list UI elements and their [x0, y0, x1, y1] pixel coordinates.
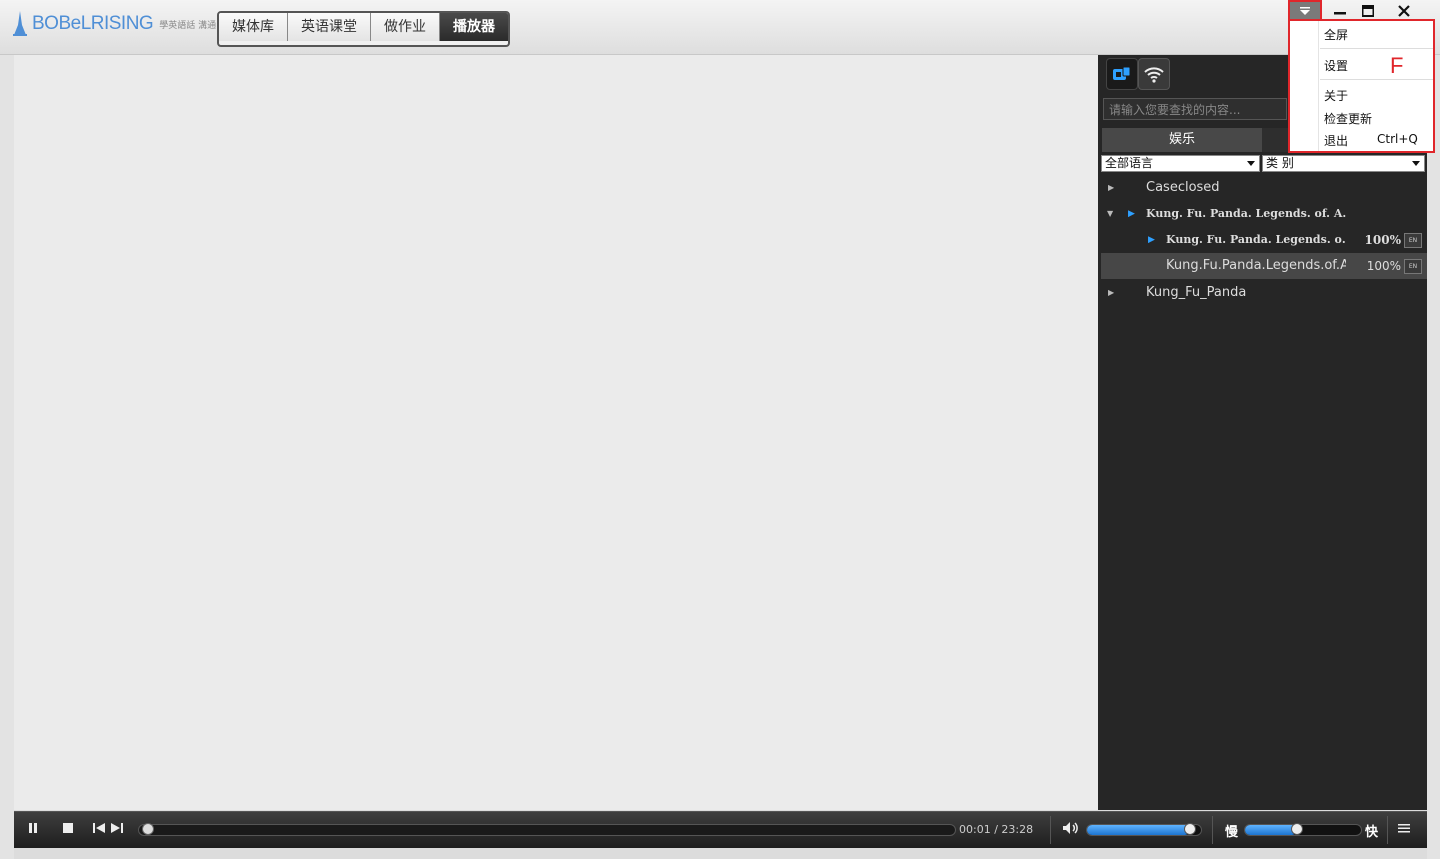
speed-handle[interactable] [1291, 823, 1304, 835]
next-button[interactable] [110, 822, 124, 837]
tree-item-label: Caseclosed [1146, 180, 1220, 195]
list-icon [1398, 824, 1410, 833]
previous-icon [93, 823, 105, 833]
play-indicator-icon: ▶ [1148, 235, 1155, 245]
progress-percent: 100% [1364, 233, 1401, 247]
stop-icon [63, 823, 73, 833]
playlist-toggle-button[interactable] [1398, 822, 1410, 837]
right-border [1427, 55, 1440, 859]
tab-player[interactable]: 播放器 [440, 13, 508, 41]
menu-item-exit-label: 退出 [1324, 134, 1349, 148]
title-bar: BOBeLRISING 學英語話 溝通! 媒体库 英语课堂 做作业 播放器 [0, 0, 1440, 55]
volume-icon [1063, 822, 1078, 834]
speed-level [1245, 825, 1298, 835]
progress-percent: 100% [1366, 259, 1401, 273]
search-input[interactable]: 请输入您要查找的内容... [1103, 98, 1287, 120]
close-button[interactable] [1390, 2, 1418, 19]
tree-item-label: Kung_Fu_Panda [1146, 285, 1247, 300]
tree-item[interactable]: ▶ Caseclosed [1098, 175, 1427, 201]
online-tab[interactable] [1138, 58, 1170, 90]
slow-label: 慢 [1225, 825, 1239, 840]
menu-divider [1320, 48, 1433, 49]
menu-item-check-update[interactable]: 检查更新 [1324, 110, 1372, 127]
menu-item-exit[interactable]: 退出 Ctrl+Q [1324, 132, 1418, 149]
volume-handle[interactable] [1183, 823, 1196, 835]
speed-slider[interactable] [1244, 823, 1362, 836]
fast-label: 快 [1365, 825, 1379, 840]
main-nav-tabs: 媒体库 英语课堂 做作业 播放器 [217, 11, 510, 47]
video-area[interactable] [14, 55, 1098, 810]
tree-item[interactable]: ▼ ▶ Kung. Fu. Panda. Legends. of. A… [1098, 201, 1427, 227]
player-controls: 00:01 / 23:28 慢 快 [14, 811, 1427, 848]
total-time: 23:28 [1001, 823, 1034, 836]
volume-slider[interactable] [1086, 823, 1202, 836]
current-time: 00:01 [959, 823, 991, 836]
left-border [0, 55, 14, 859]
pause-icon [29, 823, 37, 833]
menu-item-about[interactable]: 关于 [1324, 87, 1348, 104]
seek-bar[interactable] [138, 823, 956, 836]
menu-item-fullscreen[interactable]: 全屏 [1324, 26, 1348, 43]
time-separator: / [994, 823, 998, 836]
divider [1212, 816, 1213, 844]
tab-english-class[interactable]: 英语课堂 [288, 13, 371, 41]
tree-item[interactable]: ▶ Kung. Fu. Panda. Legends. o… 100% EN [1098, 227, 1427, 253]
volume-level [1087, 825, 1190, 835]
menu-gutter [1318, 21, 1319, 151]
minimize-icon [1334, 11, 1346, 14]
language-select[interactable]: 全部语言 [1101, 155, 1260, 172]
tree-item-label: Kung. Fu. Panda. Legends. of. A… [1146, 207, 1346, 220]
tree-item-label: Kung.Fu.Panda.Legends.of.A... [1166, 258, 1346, 273]
language-select-value: 全部语言 [1105, 156, 1154, 170]
playlist-panel: 请输入您要查找的内容... 娱乐 全部语言 类 别 ▶ Caseclosed ▼… [1098, 55, 1427, 810]
divider [1387, 816, 1388, 844]
wifi-icon [1144, 67, 1164, 83]
tab-entertainment[interactable]: 娱乐 [1102, 128, 1262, 152]
time-display: 00:01 / 23:28 [959, 823, 1033, 836]
tree-item[interactable]: ▶ Kung_Fu_Panda [1098, 280, 1427, 306]
tree-item-selected[interactable]: Kung.Fu.Panda.Legends.of.A... 100% EN [1101, 253, 1427, 279]
minimize-button[interactable] [1326, 2, 1354, 19]
category-select-value: 类 别 [1266, 156, 1294, 170]
menu-arrow-icon [1300, 6, 1310, 15]
category-select[interactable]: 类 别 [1262, 155, 1425, 172]
seek-handle[interactable] [141, 823, 154, 835]
maximize-button[interactable] [1354, 2, 1382, 19]
chevron-down-icon [1412, 161, 1420, 166]
next-icon [111, 823, 123, 833]
tab-media-library[interactable]: 媒体库 [219, 13, 288, 41]
tower-logo-icon [13, 11, 27, 36]
divider [1050, 816, 1051, 844]
stop-button[interactable] [62, 822, 74, 837]
tree-item-label: Kung. Fu. Panda. Legends. o… [1166, 233, 1346, 246]
logo-subtitle: 學英語話 溝通! [159, 20, 220, 31]
expand-arrow-icon[interactable]: ▶ [1108, 175, 1114, 201]
expand-arrow-icon[interactable]: ▶ [1108, 280, 1114, 306]
collapse-arrow-icon[interactable]: ▼ [1107, 201, 1113, 227]
menu-dropdown-button[interactable] [1288, 0, 1322, 21]
language-badge: EN [1404, 259, 1422, 274]
menu-item-settings[interactable]: 设置 [1324, 57, 1348, 74]
app-menu: 全屏 设置 F 关于 检查更新 退出 Ctrl+Q [1288, 19, 1435, 153]
local-files-icon [1113, 66, 1131, 80]
logo-text: BOBeLRISING [32, 13, 154, 34]
close-icon [1398, 4, 1410, 17]
annotation-label: F [1390, 53, 1404, 78]
maximize-icon [1362, 4, 1374, 17]
previous-button[interactable] [92, 822, 106, 837]
play-indicator-icon: ▶ [1128, 209, 1135, 219]
language-badge: EN [1404, 233, 1422, 248]
menu-divider [1320, 79, 1433, 80]
app-logo: BOBeLRISING 學英語話 溝通! [12, 10, 220, 38]
menu-shortcut: Ctrl+Q [1377, 132, 1418, 146]
pause-button[interactable] [28, 822, 38, 837]
local-files-tab[interactable] [1106, 58, 1138, 90]
tab-homework[interactable]: 做作业 [371, 13, 440, 41]
chevron-down-icon [1247, 161, 1255, 166]
mute-button[interactable] [1062, 821, 1080, 838]
